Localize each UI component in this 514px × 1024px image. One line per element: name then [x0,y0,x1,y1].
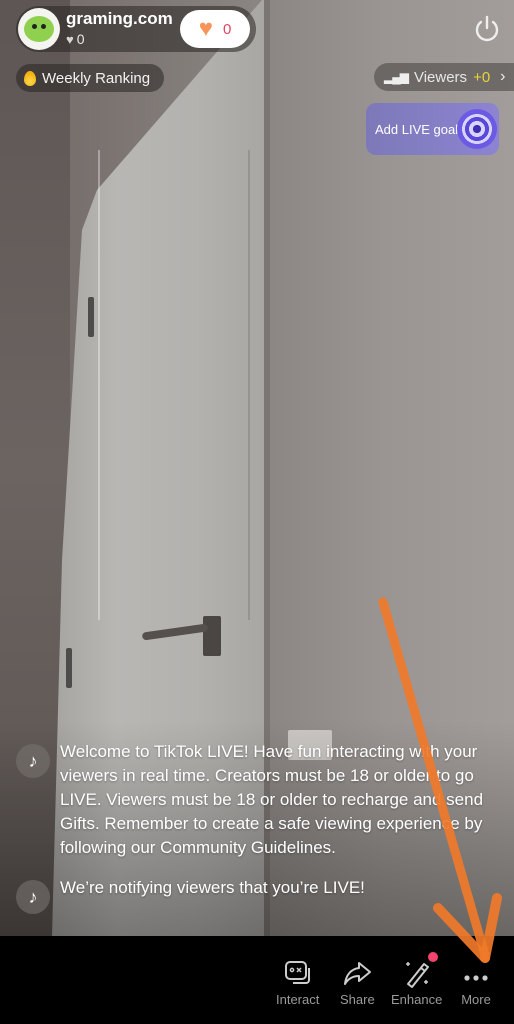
viewers-label: Viewers [413,68,468,86]
chat-message: ♪ Welcome to TikTok LIVE! Have fun inter… [16,740,486,860]
door-hinge [88,297,94,337]
chevron-right-icon: › [500,68,506,85]
chart-icon: ▂▄▆ [384,70,409,84]
target-icon [457,109,497,149]
door-hinge [66,648,72,688]
host-name: graming.com [66,9,173,28]
likes-count: 0 [76,31,85,47]
chat-message: ♪ We’re notifying viewers that you’re LI… [16,876,486,914]
heart-icon: ♥ [66,31,74,47]
power-icon[interactable] [472,14,502,44]
tiktok-icon: ♪ [16,744,50,778]
like-count: 0 [222,20,232,38]
tiktok-icon: ♪ [16,880,50,914]
like-button[interactable]: ♥ 0 [180,10,250,48]
interact-label: Interact [276,992,320,1007]
heart-icon: ♥ [198,15,213,42]
bottom-toolbar: Interact Share Enhance More [0,936,514,1024]
notification-badge [428,952,439,962]
host-likes: ♥ 0 [66,31,85,47]
interact-icon [284,961,310,984]
ranking-label: Weekly Ranking [42,69,151,87]
chat-text: We’re notifying viewers that you’re LIVE… [60,878,365,897]
chat-text: Welcome to TikTok LIVE! Have fun interac… [60,742,484,857]
share-label: Share [340,992,375,1007]
interact-button[interactable]: Interact [276,956,319,1007]
share-button[interactable]: Share [340,956,375,1007]
door-handle-plate [203,616,221,656]
share-icon [344,962,372,985]
live-screen: graming.com ♥ 0 ♥ 0 Weekly Ranking ▂▄▆ V… [0,0,514,1024]
magic-wand-icon [405,962,429,988]
viewers-button[interactable]: ▂▄▆ Viewers +0 › [374,63,514,91]
more-button[interactable]: More [459,956,493,1007]
flame-icon [24,70,36,86]
enhance-label: Enhance [391,992,443,1007]
more-label: More [461,992,491,1007]
goal-label: Add LIVE goal [375,121,459,137]
weekly-ranking-button[interactable]: Weekly Ranking [16,64,165,92]
viewers-delta: +0 [473,68,491,86]
door-panel [98,150,250,620]
add-live-goal-button[interactable]: Add LIVE goal [366,103,499,155]
enhance-button[interactable]: Enhance [391,952,443,1007]
monster-avatar-icon [24,16,54,42]
more-dots-icon [464,975,488,981]
chat-feed: ♪ Welcome to TikTok LIVE! Have fun inter… [16,740,486,930]
avatar[interactable] [18,8,60,50]
